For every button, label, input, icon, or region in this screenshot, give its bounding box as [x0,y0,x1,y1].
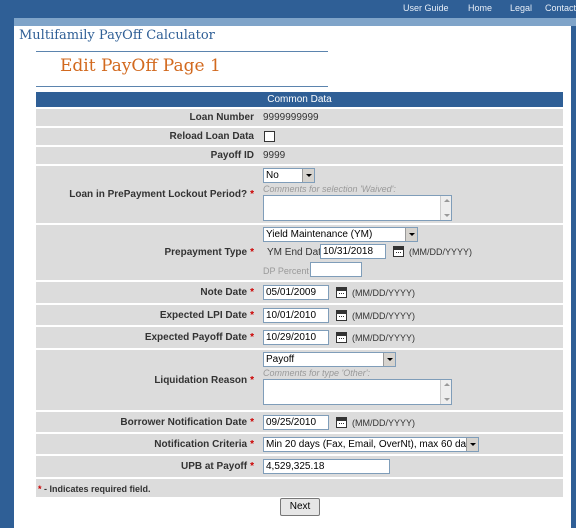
borrower-notification-date-label: Borrower Notification Date * [120,417,254,428]
scrollbar[interactable] [440,196,451,220]
right-frame-bar [571,26,576,528]
chevron-down-icon [405,228,417,241]
top-navigation: User Guide Home Legal Contact [14,0,576,26]
loan-number-value: 9999999999 [263,112,319,123]
required-field-note: * - Indicates required field. [38,484,151,494]
ym-end-date-label: YM End Date [267,247,327,258]
prepayment-type-label: Prepayment Type * [164,247,254,258]
nav-link-home[interactable]: Home [468,3,492,13]
calendar-icon[interactable] [393,246,404,257]
ym-end-date-input[interactable]: 10/31/2018 [320,244,386,259]
expected-payoff-date-input[interactable]: 10/29/2010 [263,330,329,345]
lockout-comment-textarea[interactable] [263,195,452,221]
upb-at-payoff-input[interactable]: 4,529,325.18 [263,459,390,474]
row-notification-criteria: Notification Criteria * Min 20 days (Fax,… [36,432,563,454]
row-payoff-id: Payoff ID 9999 [36,145,563,164]
expected-lpi-date-format: (MM/DD/YYYY) [352,311,415,321]
calendar-icon[interactable] [336,310,347,321]
section-header: Common Data [36,92,563,107]
row-expected-lpi-date: Expected LPI Date * 10/01/2010 (MM/DD/YYY… [36,303,563,325]
row-borrower-notification-date: Borrower Notification Date * 09/25/2010 (… [36,410,563,432]
lockout-comment-hint: Comments for selection 'Waived': [263,184,396,194]
liquidation-reason-label: Liquidation Reason * [154,375,254,386]
row-expected-payoff-date: Expected Payoff Date * 10/29/2010 (MM/DD/… [36,325,563,348]
expected-lpi-date-input[interactable]: 10/01/2010 [263,308,329,323]
reload-loan-data-checkbox[interactable] [264,131,275,142]
borrower-notification-date-input[interactable]: 09/25/2010 [263,415,329,430]
row-prepayment-type: Prepayment Type * Yield Maintenance (YM) … [36,223,563,280]
calendar-icon[interactable] [336,332,347,343]
title-divider-top [36,51,328,52]
next-button[interactable]: Next [280,498,320,516]
calendar-icon[interactable] [336,417,347,428]
calendar-icon[interactable] [336,287,347,298]
title-divider-bottom [36,86,328,87]
lockout-select[interactable]: No [263,168,315,183]
lockout-label: Loan in PrePayment Lockout Period? * [69,189,254,200]
row-upb-at-payoff: UPB at Payoff * 4,529,325.18 [36,454,563,477]
liquidation-comment-hint: Comments for type 'Other': [263,368,370,378]
left-frame-bar [0,0,14,528]
row-lockout: Loan in PrePayment Lockout Period? * No C… [36,164,563,223]
note-date-format: (MM/DD/YYYY) [352,288,415,298]
app-title: Multifamily PayOff Calculator [19,28,215,43]
loan-number-label: Loan Number [189,112,254,123]
page-title: Edit PayOff Page 1 [60,56,221,76]
expected-payoff-date-label: Expected Payoff Date * [144,332,254,343]
note-date-label: Note Date * [200,287,254,298]
dp-percent-input[interactable] [310,262,362,277]
liquidation-reason-select[interactable]: Payoff [263,352,396,367]
payoff-id-value: 9999 [263,150,286,161]
dp-percent-label: DP Percent [263,266,309,276]
liquidation-comment-textarea[interactable] [263,379,452,405]
common-data-panel: Common Data Loan Number 9999999999 Reloa… [36,92,563,497]
prepayment-type-select[interactable]: Yield Maintenance (YM) [263,227,418,242]
payoff-id-label: Payoff ID [210,150,254,161]
row-liquidation-reason: Liquidation Reason * Payoff Comments for … [36,348,563,410]
expected-payoff-date-format: (MM/DD/YYYY) [352,333,415,343]
upb-at-payoff-label: UPB at Payoff * [180,461,254,472]
scrollbar[interactable] [440,380,451,404]
chevron-down-icon [466,438,478,451]
notification-criteria-label: Notification Criteria * [154,439,254,450]
expected-lpi-date-label: Expected LPI Date * [159,310,254,321]
nav-link-contact[interactable]: Contact [545,3,576,13]
reload-loan-data-label: Reload Loan Data [169,131,254,142]
row-loan-number: Loan Number 9999999999 [36,107,563,126]
borrower-notification-date-format: (MM/DD/YYYY) [352,418,415,428]
ym-end-date-format: (MM/DD/YYYY) [409,247,472,257]
nav-link-user-guide[interactable]: User Guide [403,3,449,13]
row-note-date: Note Date * 05/01/2009 (MM/DD/YYYY) [36,280,563,303]
note-date-input[interactable]: 05/01/2009 [263,285,329,300]
nav-link-legal[interactable]: Legal [510,3,532,13]
notification-criteria-select[interactable]: Min 20 days (Fax, Email, OverNt), max 60… [263,437,479,452]
chevron-down-icon [302,169,314,182]
chevron-down-icon [383,353,395,366]
row-reload-loan-data: Reload Loan Data [36,126,563,145]
